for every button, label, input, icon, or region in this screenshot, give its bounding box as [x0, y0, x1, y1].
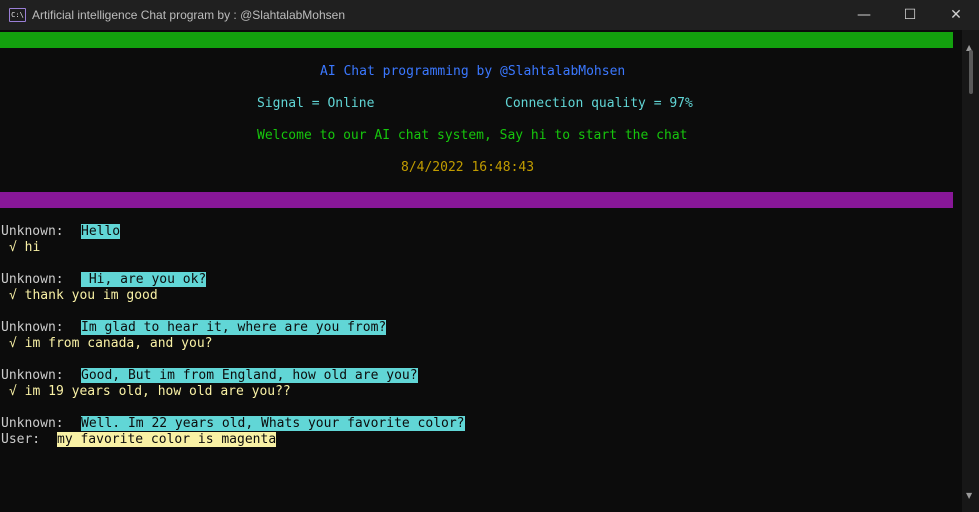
bot-message: Good, But im from England, how old are y… — [81, 368, 418, 383]
window-title: Artificial intelligence Chat program by … — [32, 8, 346, 22]
connection-quality: Connection quality = 97% — [505, 96, 693, 111]
bot-message: Well. Im 22 years old, Whats your favori… — [81, 416, 465, 431]
bot-label: Unknown: — [1, 272, 64, 287]
green-banner-bar — [0, 32, 953, 48]
maximize-button[interactable]: ☐ — [887, 0, 933, 30]
purple-banner-bar — [0, 192, 953, 208]
bot-message: Im glad to hear it, where are you from? — [81, 320, 387, 335]
user-reply: √ thank you im good — [9, 288, 158, 303]
welcome-message: Welcome to our AI chat system, Say hi to… — [257, 128, 688, 143]
program-title: AI Chat programming by @SlahtalabMohsen — [320, 64, 626, 79]
scroll-down-arrow-icon[interactable]: ▼ — [966, 492, 972, 500]
user-reply: √ im 19 years old, how old are you?? — [9, 384, 291, 399]
bot-message: Hello — [81, 224, 121, 239]
minimize-button[interactable]: — — [841, 0, 887, 30]
user-label: User: — [1, 432, 41, 447]
date-time: 8/4/2022 16:48:43 — [401, 160, 535, 175]
bot-label: Unknown: — [1, 224, 64, 239]
signal-status: Signal = Online — [257, 96, 375, 111]
console-icon: C:\ — [9, 8, 26, 22]
vertical-scrollbar[interactable]: ▲ ▼ — [962, 30, 979, 512]
close-button[interactable]: ✕ — [933, 0, 979, 30]
user-reply: √ im from canada, and you? — [9, 336, 213, 351]
bot-label: Unknown: — [1, 416, 64, 431]
scroll-thumb[interactable] — [969, 50, 973, 94]
bot-label: Unknown: — [1, 320, 64, 335]
bot-message: Hi, are you ok? — [81, 272, 207, 287]
bot-label: Unknown: — [1, 368, 64, 383]
title-bar: C:\ Artificial intelligence Chat program… — [0, 0, 979, 30]
user-reply: √ hi — [9, 240, 41, 255]
console-output[interactable]: AI Chat programming by @SlahtalabMohsen … — [0, 30, 962, 512]
user-input-line[interactable]: my favorite color is magenta — [57, 432, 277, 448]
